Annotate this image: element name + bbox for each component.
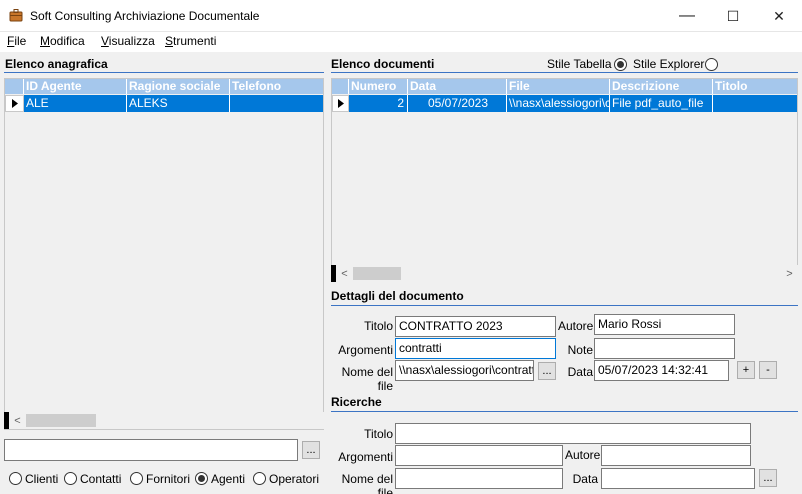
dettagli-autore-label: Autore (558, 319, 594, 333)
radio-fornitori-label: Fornitori (146, 472, 191, 486)
anagrafica-grid-header: ID Agente Ragione sociale Telefono (5, 79, 323, 94)
menu-strumenti[interactable]: Strumenti (165, 34, 216, 48)
ricerche-nomefile-label: Nome del file (341, 472, 393, 494)
ricerche-autore-label: Autore (565, 448, 601, 462)
anagrafica-grid[interactable]: ID Agente Ragione sociale Telefono ALE A… (4, 78, 324, 430)
ricerche-argomenti-label: Argomenti (338, 450, 393, 464)
menu-visualizza[interactable]: Visualizza (101, 34, 155, 48)
dettagli-data-label: Data (567, 365, 593, 379)
scroll-left-icon[interactable]: < (336, 265, 353, 282)
radio-operatori[interactable] (253, 472, 266, 485)
ricerche-nomefile-input[interactable] (395, 468, 563, 489)
table-row[interactable]: ALE ALEKS (5, 95, 323, 112)
dettagli-nomefile-input[interactable]: \\nasx\alessiogori\contratti\ (395, 360, 534, 381)
row-pointer-icon (12, 99, 18, 108)
radio-clienti-label: Clienti (25, 472, 59, 486)
row-pointer-icon (338, 99, 344, 108)
ricerche-browse-button[interactable]: ... (759, 469, 777, 487)
column-header-ragione-sociale[interactable]: Ragione sociale (127, 79, 230, 94)
cell-descrizione: File pdf_auto_file (610, 95, 713, 112)
row-indicator (332, 95, 349, 112)
radio-clienti[interactable] (9, 472, 22, 485)
column-header-id-agente[interactable]: ID Agente (24, 79, 127, 94)
cell-titolo (713, 95, 797, 112)
radio-contatti[interactable] (64, 472, 77, 485)
close-icon: ✕ (773, 7, 785, 24)
ricerche-data-label: Data (572, 472, 598, 486)
anagrafica-title: Elenco anagrafica (5, 57, 108, 71)
cell-id-agente: ALE (24, 95, 127, 112)
maximize-button[interactable]: ☐ (710, 0, 756, 32)
window-title: Soft Consulting Archiviazione Documental… (30, 9, 260, 23)
documenti-grid[interactable]: Numero Data File Descrizione Titolo 2 05… (331, 78, 798, 266)
column-header-telefono[interactable]: Telefono (230, 79, 323, 94)
radio-agenti[interactable] (195, 472, 208, 485)
scroll-right-icon[interactable]: > (781, 265, 798, 282)
cell-file: \\nasx\alessiogori\c (509, 95, 610, 112)
scroll-left-icon[interactable]: < (9, 412, 26, 429)
documenti-divider (331, 72, 798, 73)
column-header-titolo[interactable]: Titolo (713, 79, 797, 94)
scroll-thumb[interactable] (353, 267, 401, 280)
style-explorer-label: Stile Explorer (633, 57, 705, 71)
documenti-title: Elenco documenti (331, 57, 435, 71)
cell-telefono (230, 95, 323, 112)
dettagli-titolo-label: Titolo (364, 319, 393, 333)
dettagli-argomenti-input[interactable]: contratti (395, 338, 556, 359)
ricerche-autore-input[interactable] (601, 445, 751, 466)
table-row[interactable]: 2 05/07/2023 \\nasx\alessiogori\c File p… (332, 95, 797, 112)
radio-fornitori[interactable] (130, 472, 143, 485)
ricerche-data-input[interactable] (601, 468, 755, 489)
documenti-grid-header: Numero Data File Descrizione Titolo (332, 79, 797, 94)
dettagli-data-input[interactable]: 05/07/2023 14:32:41 (594, 360, 729, 381)
date-minus-button[interactable]: - (759, 361, 777, 379)
close-button[interactable]: ✕ (756, 0, 802, 32)
date-plus-button[interactable]: + (737, 361, 755, 379)
ricerche-title: Ricerche (331, 395, 382, 409)
column-header-file[interactable]: File (507, 79, 610, 94)
cell-data: 05/07/2023 (408, 95, 507, 112)
radio-selected-dot (617, 61, 624, 68)
ricerche-divider (331, 411, 798, 412)
cell-ragione-sociale: ALEKS (127, 95, 230, 112)
radio-agenti-label: Agenti (211, 472, 246, 486)
radio-contatti-label: Contatti (80, 472, 122, 486)
column-header-numero[interactable]: Numero (349, 79, 408, 94)
ricerche-argomenti-input[interactable] (395, 445, 563, 466)
ricerche-titolo-input[interactable] (395, 423, 751, 444)
anagrafica-search-input[interactable] (4, 439, 298, 461)
column-header-data[interactable]: Data (408, 79, 507, 94)
dettagli-autore-input[interactable]: Mario Rossi (594, 314, 735, 335)
column-header-descrizione[interactable]: Descrizione (610, 79, 713, 94)
menu-modifica[interactable]: Modifica (40, 34, 85, 48)
ricerche-titolo-label: Titolo (364, 427, 393, 441)
dettagli-title: Dettagli del documento (331, 289, 464, 303)
minimize-icon: — (679, 7, 695, 24)
dettagli-titolo-input[interactable]: CONTRATTO 2023 (395, 316, 556, 337)
minimize-button[interactable]: — (664, 0, 710, 32)
radio-selected-dot (198, 475, 205, 482)
maximize-icon: ☐ (726, 7, 740, 24)
dettagli-note-input[interactable] (594, 338, 735, 359)
dettagli-divider (331, 305, 798, 306)
anagrafica-hscrollbar[interactable]: < (9, 412, 324, 429)
radio-stile-explorer[interactable] (705, 58, 718, 71)
dettagli-nomefile-label: Nome del file (341, 365, 393, 393)
row-indicator (5, 95, 24, 112)
style-table-label: Stile Tabella (547, 57, 612, 71)
radio-stile-tabella[interactable] (614, 58, 627, 71)
menu-file[interactable]: File (7, 34, 26, 48)
scroll-thumb[interactable] (26, 414, 96, 427)
cell-numero: 2 (349, 95, 408, 112)
anagrafica-search-button[interactable]: ... (302, 441, 320, 459)
documenti-hscrollbar[interactable]: < > (336, 265, 798, 282)
radio-operatori-label: Operatori (269, 472, 320, 486)
dettagli-argomenti-label: Argomenti (338, 343, 393, 357)
anagrafica-divider (4, 72, 324, 73)
dettagli-note-label: Note (567, 343, 593, 357)
dettagli-browse-button[interactable]: ... (538, 362, 556, 380)
app-briefcase-icon (9, 9, 23, 22)
